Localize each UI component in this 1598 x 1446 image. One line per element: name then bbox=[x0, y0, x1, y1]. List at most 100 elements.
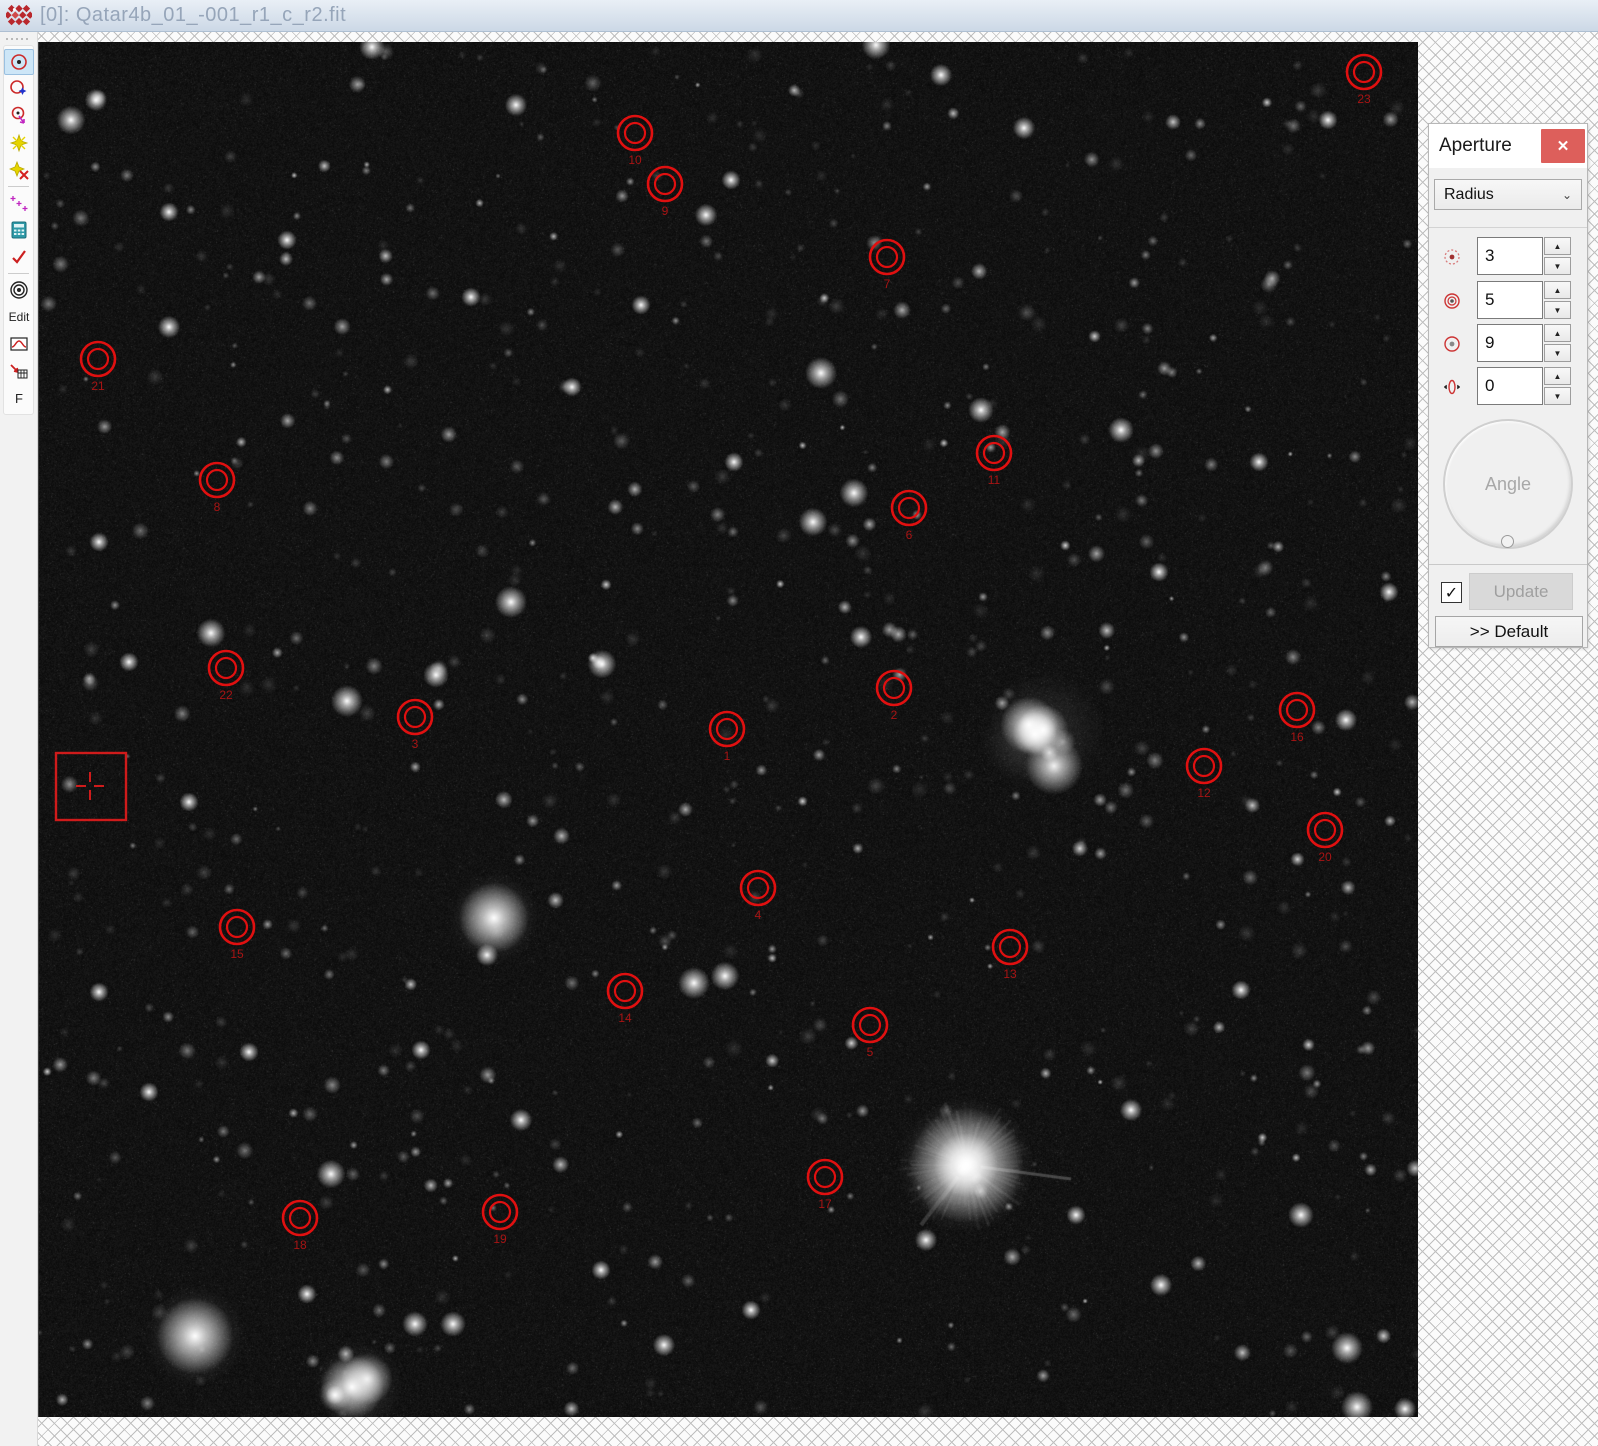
star-mark-button[interactable] bbox=[4, 130, 34, 156]
aperture-panel-title: Aperture bbox=[1439, 135, 1512, 157]
toolbar-grip[interactable] bbox=[6, 35, 31, 43]
star-marker-label: 12 bbox=[1197, 786, 1211, 800]
star-marker-label: 3 bbox=[412, 737, 419, 751]
checkmark-icon bbox=[9, 247, 29, 267]
chevron-down-icon: ⌄ bbox=[1562, 188, 1572, 202]
star-marker[interactable]: 17 bbox=[808, 1160, 842, 1211]
export-table-button[interactable] bbox=[4, 358, 34, 384]
edit-button[interactable]: Edit bbox=[4, 304, 34, 330]
star-marker[interactable]: 19 bbox=[483, 1195, 517, 1246]
star-marker[interactable]: 20 bbox=[1308, 813, 1342, 864]
calculator-button[interactable] bbox=[4, 217, 34, 243]
outer-radius-input[interactable] bbox=[1477, 324, 1543, 362]
spin-up-button[interactable]: ▲ bbox=[1544, 324, 1571, 342]
aperture-ellipticity-icon bbox=[1443, 378, 1461, 396]
star-marker[interactable]: 2 bbox=[877, 671, 911, 722]
star-marker[interactable]: 22 bbox=[209, 651, 243, 702]
spin-down-button[interactable]: ▼ bbox=[1544, 257, 1571, 275]
inner-radius-input[interactable] bbox=[1477, 237, 1543, 275]
circle-star-button[interactable] bbox=[4, 76, 34, 102]
star-marker-label: 8 bbox=[214, 500, 221, 514]
star-marker[interactable]: 4 bbox=[741, 871, 775, 922]
aperture-inner-radius-icon bbox=[1443, 248, 1461, 266]
spin-down-button[interactable]: ▼ bbox=[1544, 344, 1571, 362]
star-marker-label: 15 bbox=[230, 947, 244, 961]
fits-image-viewport[interactable]: 1234567891011121314151617181920212223 bbox=[38, 42, 1418, 1417]
star-marker-label: 19 bbox=[493, 1232, 507, 1246]
spin-up-button[interactable]: ▲ bbox=[1544, 367, 1571, 385]
multi-cross-button[interactable] bbox=[4, 190, 34, 216]
panel-divider bbox=[1429, 227, 1587, 228]
marker-overlay[interactable]: 1234567891011121314151617181920212223 bbox=[39, 42, 1418, 1417]
ellipticity-input[interactable] bbox=[1477, 367, 1543, 405]
star-marker[interactable]: 3 bbox=[398, 700, 432, 751]
star-marker[interactable]: 9 bbox=[648, 167, 682, 218]
star-marker-label: 1 bbox=[724, 749, 731, 763]
star-marker[interactable]: 5 bbox=[853, 1008, 887, 1059]
export-table-icon bbox=[9, 361, 29, 381]
default-button[interactable]: >> Default bbox=[1435, 616, 1583, 647]
star-marker-label: 18 bbox=[293, 1238, 307, 1252]
star-marker-label: 9 bbox=[662, 204, 669, 218]
star-marker[interactable]: 23 bbox=[1347, 55, 1381, 106]
target-rings-icon bbox=[9, 280, 29, 300]
star-marker[interactable]: 21 bbox=[81, 342, 115, 393]
star-marker-label: 2 bbox=[891, 708, 898, 722]
star-marker[interactable]: 1 bbox=[710, 712, 744, 763]
star-marker-label: 22 bbox=[219, 688, 233, 702]
mode-select[interactable]: Radius ⌄ bbox=[1434, 179, 1582, 210]
circle-star-icon bbox=[9, 79, 29, 99]
circle-arrow-icon bbox=[9, 106, 29, 126]
check-accept-button[interactable] bbox=[4, 244, 34, 270]
star-marker-label: 11 bbox=[988, 473, 1001, 487]
star-marker[interactable]: 10 bbox=[618, 116, 652, 167]
calculator-icon bbox=[9, 220, 29, 240]
star-marker-label: 20 bbox=[1318, 850, 1332, 864]
outer-radius-spinner: ▲ ▼ bbox=[1544, 324, 1571, 362]
star-marker[interactable]: 18 bbox=[283, 1201, 317, 1252]
angle-dial[interactable]: Angle bbox=[1443, 419, 1573, 549]
star-marker-label: 6 bbox=[906, 528, 913, 542]
edit-label: Edit bbox=[9, 310, 30, 324]
aperture-middle-radius-icon bbox=[1443, 292, 1461, 310]
star-marker[interactable]: 13 bbox=[993, 930, 1027, 981]
update-button[interactable]: Update bbox=[1469, 573, 1573, 610]
star-marker[interactable]: 12 bbox=[1187, 749, 1221, 800]
aperture-panel-header: Aperture ✕ bbox=[1429, 124, 1587, 168]
star-remove-button[interactable] bbox=[4, 157, 34, 183]
star-marker[interactable]: 11 bbox=[977, 436, 1011, 487]
star-marker-label: 7 bbox=[884, 277, 891, 291]
star-marker[interactable]: 14 bbox=[608, 974, 642, 1025]
update-checkbox[interactable]: ✓ bbox=[1441, 582, 1462, 603]
multi-cross-icon bbox=[9, 193, 29, 213]
star-marker-label: 4 bbox=[755, 908, 762, 922]
star-marker-label: 23 bbox=[1357, 92, 1371, 106]
star-marker-label: 13 bbox=[1003, 967, 1017, 981]
spin-up-button[interactable]: ▲ bbox=[1544, 281, 1571, 299]
spin-up-button[interactable]: ▲ bbox=[1544, 237, 1571, 255]
frame-f-button[interactable]: F bbox=[4, 385, 34, 411]
spin-down-button[interactable]: ▼ bbox=[1544, 301, 1571, 319]
star-marker-label: 17 bbox=[818, 1197, 832, 1211]
star-marker-label: 21 bbox=[91, 379, 105, 393]
panel-divider bbox=[1429, 564, 1587, 565]
window-title: [0]: Qatar4b_01_-001_r1_c_r2.fit bbox=[40, 4, 346, 27]
spin-down-button[interactable]: ▼ bbox=[1544, 387, 1571, 405]
circle-arrow-button[interactable] bbox=[4, 103, 34, 129]
star-marker[interactable]: 6 bbox=[892, 491, 926, 542]
toolbar-separator bbox=[8, 186, 29, 187]
star-marker[interactable]: 16 bbox=[1280, 693, 1314, 744]
close-icon[interactable]: ✕ bbox=[1541, 129, 1585, 163]
profile-chart-button[interactable] bbox=[4, 331, 34, 357]
window-titlebar: [0]: Qatar4b_01_-001_r1_c_r2.fit bbox=[0, 0, 1598, 32]
star-marker[interactable]: 15 bbox=[220, 910, 254, 961]
target-rings-button[interactable] bbox=[4, 277, 34, 303]
selection-box[interactable] bbox=[56, 753, 126, 820]
star-marker[interactable]: 8 bbox=[200, 463, 234, 514]
star-remove-icon bbox=[9, 160, 29, 180]
angle-dial-knob[interactable] bbox=[1501, 535, 1514, 548]
middle-radius-input[interactable] bbox=[1477, 281, 1543, 319]
aperture-select-button[interactable] bbox=[4, 49, 34, 75]
aperture-circle-icon bbox=[9, 52, 29, 72]
star-marker[interactable]: 7 bbox=[870, 240, 904, 291]
